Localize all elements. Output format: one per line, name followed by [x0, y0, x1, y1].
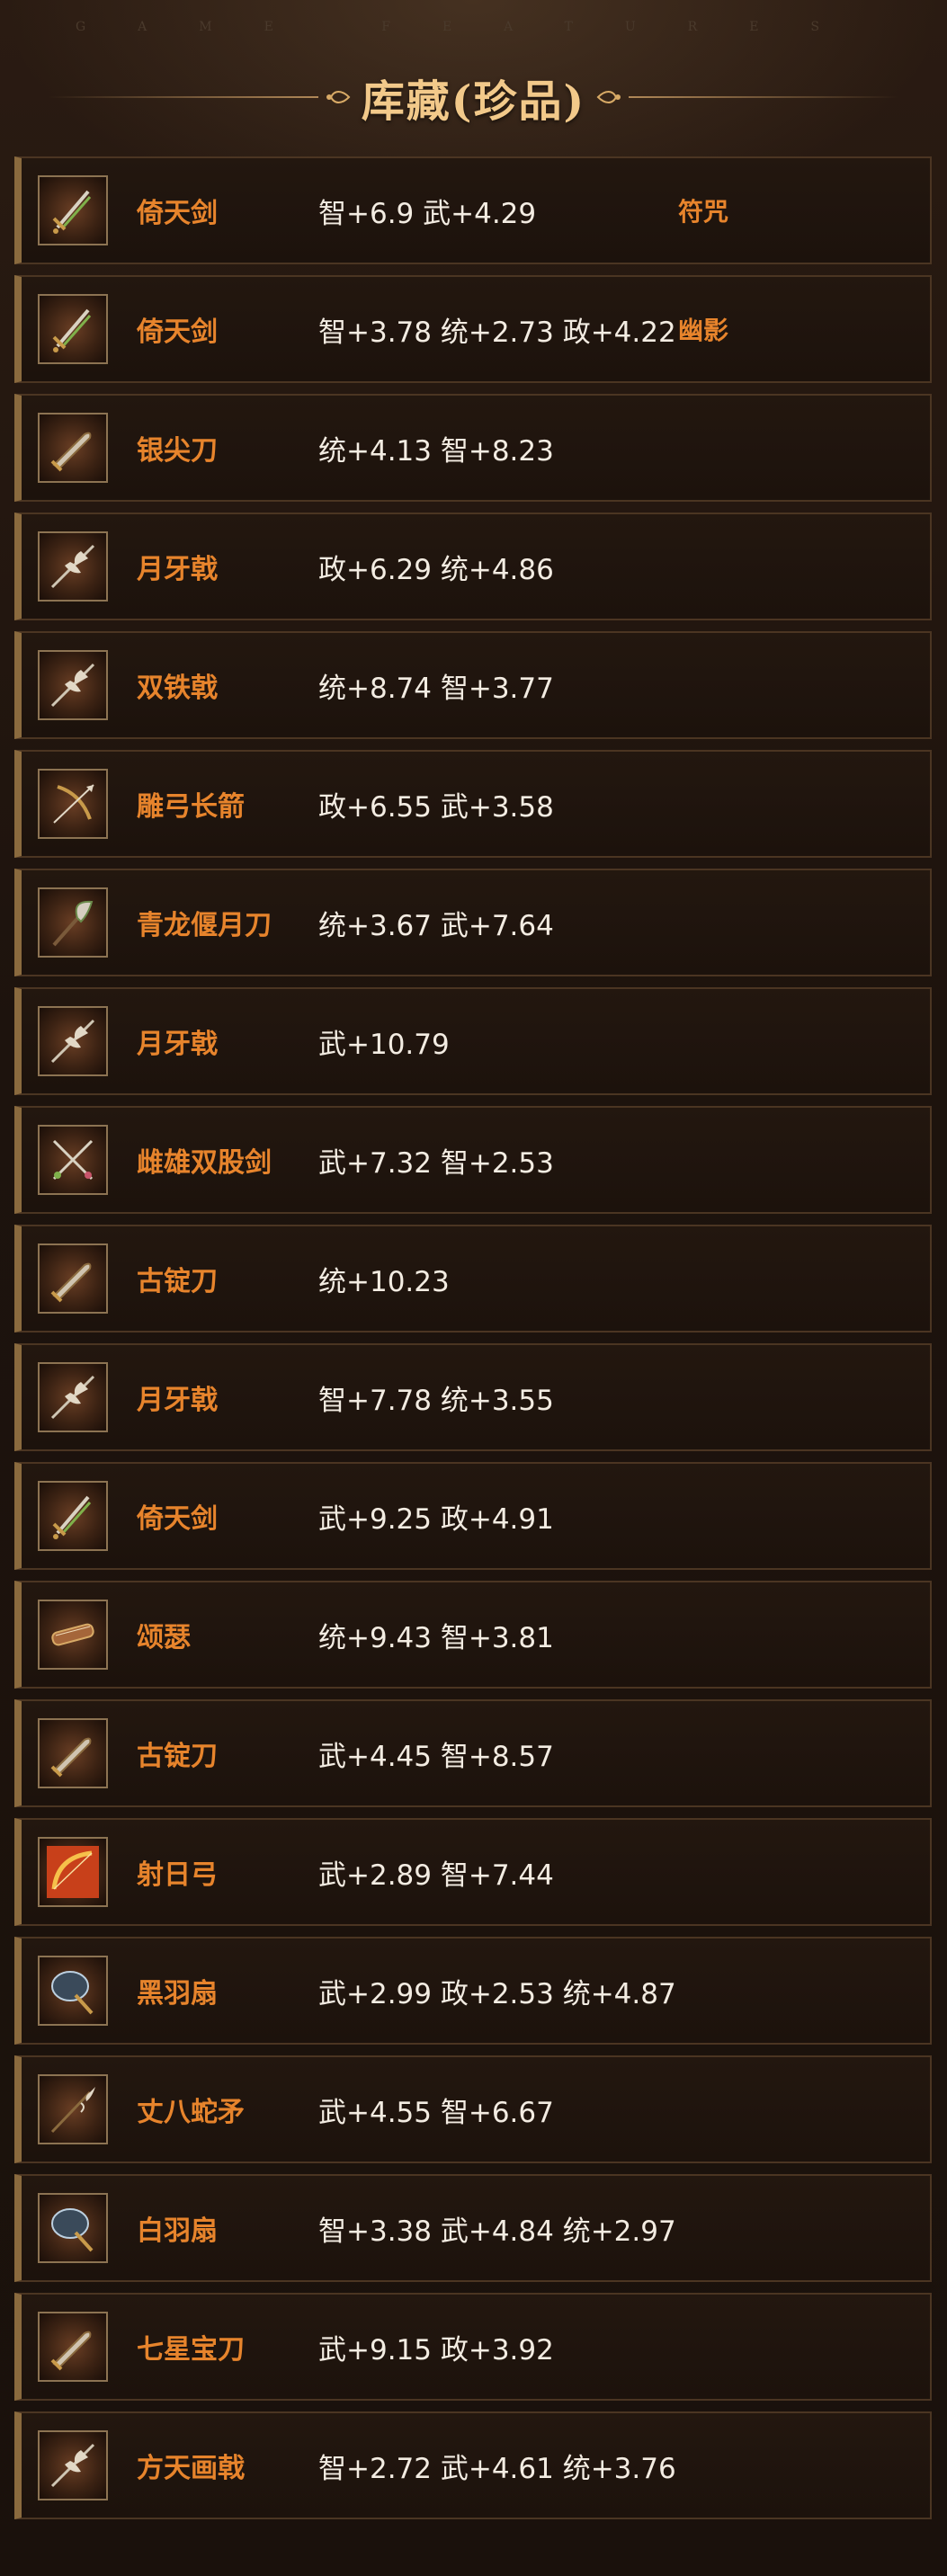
item-name: 白羽扇 [137, 2215, 218, 2247]
item-stats: 统+10.23 [318, 1265, 450, 1298]
treasure-row[interactable]: 颂瑟 统+9.43 智+3.81 [14, 1581, 932, 1689]
item-name: 古锭刀 [137, 1266, 218, 1297]
page-title: 库藏(珍品) [361, 76, 586, 127]
item-name: 倚天剑 [137, 198, 218, 229]
treasure-row[interactable]: 射日弓 武+2.89 智+7.44 [14, 1818, 932, 1926]
treasure-row[interactable]: 月牙戟 武+10.79 [14, 987, 932, 1095]
treasure-row[interactable]: 月牙戟 政+6.29 统+4.86 [14, 513, 932, 620]
sword-icon [38, 1481, 108, 1551]
item-stats: 统+9.43 智+3.81 [318, 1621, 554, 1654]
item-name: 月牙戟 [137, 1385, 218, 1416]
item-stats: 智+3.38 武+4.84 统+2.97 [318, 2215, 676, 2248]
item-stats: 武+10.79 [318, 1028, 450, 1061]
item-name: 七星宝刀 [137, 2334, 245, 2366]
treasure-row[interactable]: 双铁戟 统+8.74 智+3.77 [14, 631, 932, 739]
item-name: 倚天剑 [137, 1503, 218, 1535]
twin-swords-icon [38, 1125, 108, 1195]
ornament-left-icon [326, 91, 351, 103]
treasure-row[interactable]: 七星宝刀 武+9.15 政+3.92 [14, 2293, 932, 2401]
sword-icon [38, 294, 108, 364]
item-name: 雕弓长箭 [137, 791, 245, 823]
item-name: 丈八蛇矛 [137, 2097, 245, 2128]
treasure-row[interactable]: 倚天剑 智+6.9 武+4.29 符咒 [14, 156, 932, 264]
treasure-list: 倚天剑 智+6.9 武+4.29 符咒 倚天剑 智+3.78 统+2.73 政+4.22… [14, 156, 932, 2530]
item-stats: 政+6.55 武+3.58 [318, 790, 554, 824]
halberd-icon [38, 2430, 108, 2500]
zither-icon [38, 1600, 108, 1670]
halberd-icon [38, 1006, 108, 1076]
glaive-icon [38, 887, 108, 958]
item-name: 雌雄双股剑 [137, 1147, 272, 1179]
treasure-row[interactable]: 月牙戟 智+7.78 统+3.55 [14, 1343, 932, 1451]
treasure-row[interactable]: 雕弓长箭 政+6.55 武+3.58 [14, 750, 932, 858]
item-name: 黑羽扇 [137, 1978, 218, 2010]
item-stats: 武+2.99 政+2.53 统+4.87 [318, 1977, 676, 2010]
item-name: 倚天剑 [137, 316, 218, 348]
halberd-icon [38, 1362, 108, 1432]
halberd-icon [38, 650, 108, 720]
item-stats: 武+9.15 政+3.92 [318, 2333, 554, 2367]
item-name: 银尖刀 [137, 435, 218, 467]
item-stats: 武+4.45 智+8.57 [318, 1740, 554, 1773]
item-stats: 武+7.32 智+2.53 [318, 1146, 554, 1180]
treasure-row[interactable]: 银尖刀 统+4.13 智+8.23 [14, 394, 932, 502]
feather-fan-icon [38, 2193, 108, 2263]
item-name: 双铁戟 [137, 673, 218, 704]
treasure-row[interactable]: 青龙偃月刀 统+3.67 武+7.64 [14, 869, 932, 976]
item-stats: 政+6.29 统+4.86 [318, 553, 554, 586]
item-stats: 武+4.55 智+6.67 [318, 2096, 554, 2129]
item-stats: 智+2.72 武+4.61 统+3.76 [318, 2452, 676, 2485]
treasure-row[interactable]: 丈八蛇矛 武+4.55 智+6.67 [14, 2055, 932, 2163]
item-name: 青龙偃月刀 [137, 910, 272, 941]
treasure-row[interactable]: 古锭刀 统+10.23 [14, 1225, 932, 1333]
item-name: 古锭刀 [137, 1741, 218, 1772]
item-name: 射日弓 [137, 1859, 218, 1891]
feather-fan-icon [38, 1956, 108, 2026]
item-stats: 武+9.25 政+4.91 [318, 1502, 554, 1536]
treasure-row[interactable]: 倚天剑 武+9.25 政+4.91 [14, 1462, 932, 1570]
blade-icon [38, 1243, 108, 1314]
features-watermark: GAME FEATURES [75, 20, 872, 34]
item-stats: 智+6.9 武+4.29 [318, 197, 537, 230]
treasure-row[interactable]: 白羽扇 智+3.38 武+4.84 统+2.97 [14, 2174, 932, 2282]
item-name: 月牙戟 [137, 1029, 218, 1060]
title-divider-left [48, 96, 318, 98]
spear-icon [38, 2074, 108, 2144]
halberd-icon [38, 531, 108, 602]
blade-icon [38, 1718, 108, 1788]
item-name: 月牙戟 [137, 554, 218, 585]
bow-icon [38, 1837, 108, 1907]
item-tag: 幽影 [678, 316, 729, 345]
item-stats: 统+4.13 智+8.23 [318, 434, 554, 468]
item-stats: 统+8.74 智+3.77 [318, 672, 554, 705]
item-stats: 武+2.89 智+7.44 [318, 1858, 554, 1892]
blade-icon [38, 413, 108, 483]
blade-icon [38, 2312, 108, 2382]
title-bar: 库藏(珍品) [0, 61, 947, 133]
ornament-right-icon [596, 91, 621, 103]
item-stats: 智+7.78 统+3.55 [318, 1384, 554, 1417]
bow-arrow-icon [38, 769, 108, 839]
treasure-row[interactable]: 古锭刀 武+4.45 智+8.57 [14, 1699, 932, 1807]
title-divider-right [629, 96, 899, 98]
item-name: 方天画戟 [137, 2453, 245, 2484]
item-tag: 符咒 [678, 197, 729, 227]
item-stats: 统+3.67 武+7.64 [318, 909, 554, 942]
treasure-row[interactable]: 方天画戟 智+2.72 武+4.61 统+3.76 [14, 2411, 932, 2519]
treasure-row[interactable]: 倚天剑 智+3.78 统+2.73 政+4.22 幽影 [14, 275, 932, 383]
item-stats: 智+3.78 统+2.73 政+4.22 [318, 316, 676, 349]
sword-icon [38, 175, 108, 245]
item-name: 颂瑟 [137, 1622, 191, 1653]
treasure-row[interactable]: 黑羽扇 武+2.99 政+2.53 统+4.87 [14, 1937, 932, 2045]
treasure-row[interactable]: 雌雄双股剑 武+7.32 智+2.53 [14, 1106, 932, 1214]
